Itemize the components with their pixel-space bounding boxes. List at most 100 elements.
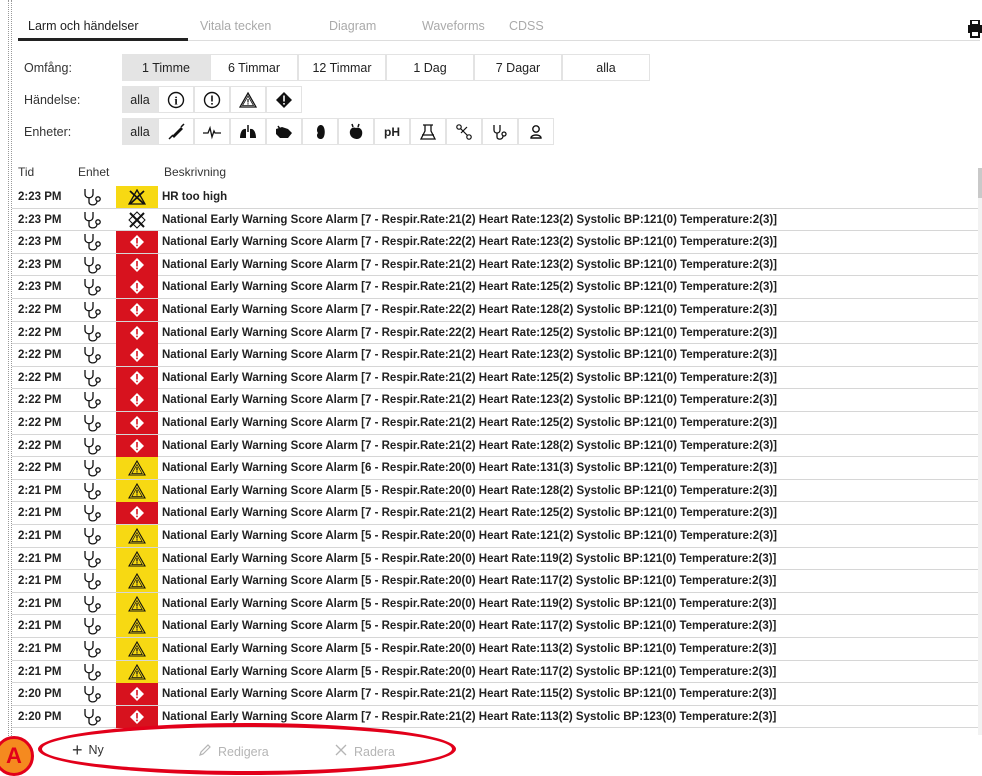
event-label: Händelse: xyxy=(24,93,81,107)
stethoscope-icon xyxy=(82,345,102,365)
row-description: National Early Warning Score Alarm [7 - … xyxy=(162,281,778,294)
scope-7d-button[interactable]: 7 Dagar xyxy=(474,54,562,81)
table-row[interactable]: 2:20 PM National Early Warning Score Alar… xyxy=(12,683,980,706)
units-all-button[interactable]: alla xyxy=(122,118,158,145)
lungs-icon[interactable] xyxy=(230,118,266,145)
diamond-alert-icon xyxy=(116,683,158,706)
table-row[interactable]: 2:23 PM HR too high xyxy=(12,186,980,209)
row-time: 2:20 PM xyxy=(18,688,62,701)
info-icon[interactable]: i xyxy=(158,86,194,113)
stethoscope-icon xyxy=(82,323,102,343)
warning-triangle-icon xyxy=(116,479,158,502)
bones-icon[interactable] xyxy=(446,118,482,145)
pump-icon[interactable] xyxy=(266,118,302,145)
warning-triangle-icon xyxy=(116,547,158,570)
table-row[interactable]: 2:22 PM National Early Warning Score Alar… xyxy=(12,457,980,480)
table-row[interactable]: 2:22 PM National Early Warning Score Alar… xyxy=(12,389,980,412)
table-row[interactable]: 2:21 PM National Early Warning Score Alar… xyxy=(12,525,980,548)
table-row[interactable]: 2:21 PM National Early Warning Score Alar… xyxy=(12,615,980,638)
row-description: National Early Warning Score Alarm [7 - … xyxy=(162,417,778,429)
row-description: National Early Warning Score Alarm [5 - … xyxy=(162,530,778,542)
stethoscope-icon xyxy=(82,277,102,297)
table-row[interactable]: 2:23 PM National Early Warning Score Alar… xyxy=(12,231,980,254)
exclamation-icon[interactable] xyxy=(194,86,230,113)
print-icon[interactable] xyxy=(968,19,982,38)
row-time: 2:23 PM xyxy=(18,213,62,226)
table-row[interactable]: 2:23 PM National Early Warning Score Alar… xyxy=(12,209,980,232)
row-description: National Early Warning Score Alarm [7 - … xyxy=(162,213,778,226)
scope-12h-button[interactable]: 12 Timmar xyxy=(298,54,386,81)
tab-alarms-events[interactable]: Larm och händelser xyxy=(28,19,138,33)
row-time: 2:23 PM xyxy=(18,236,62,249)
stethoscope-icon xyxy=(82,481,102,501)
row-time: 2:23 PM xyxy=(18,258,62,271)
table-row[interactable]: 2:22 PM National Early Warning Score Alar… xyxy=(12,344,980,367)
row-time: 2:21 PM xyxy=(18,620,62,633)
silenced-alarm-icon xyxy=(116,186,158,208)
row-time: 2:21 PM xyxy=(18,597,62,610)
column-header-time[interactable]: Tid xyxy=(18,165,34,179)
row-time: 2:21 PM xyxy=(18,575,62,588)
table-row[interactable]: 2:23 PM National Early Warning Score Alar… xyxy=(12,253,980,277)
scope-6h-button[interactable]: 6 Timmar xyxy=(210,54,298,81)
row-description: National Early Warning Score Alarm [5 - … xyxy=(162,484,778,497)
tab-vital-signs[interactable]: Vitala tecken xyxy=(200,19,271,33)
table-row[interactable]: 2:21 PM National Early Warning Score Alar… xyxy=(12,638,980,661)
stethoscope-icon xyxy=(82,616,102,636)
row-time: 2:22 PM xyxy=(18,417,62,429)
stethoscope-icon xyxy=(82,526,102,546)
table-row[interactable]: 2:21 PM National Early Warning Score Alar… xyxy=(12,479,980,503)
column-header-device[interactable]: Enhet xyxy=(78,165,109,179)
row-description: National Early Warning Score Alarm [5 - … xyxy=(162,643,777,655)
row-time: 2:22 PM xyxy=(18,304,62,316)
scope-1h-button[interactable]: 1 Timme xyxy=(122,54,210,81)
table-row[interactable]: 2:21 PM National Early Warning Score Alar… xyxy=(12,502,980,525)
table-row[interactable]: 2:22 PM National Early Warning Score Alar… xyxy=(12,299,980,322)
lab-flask-icon[interactable] xyxy=(410,118,446,145)
annotation-highlight-oval xyxy=(38,723,456,775)
tab-cdss[interactable]: CDSS xyxy=(509,19,544,33)
stethoscope-icon xyxy=(82,300,102,320)
row-time: 2:22 PM xyxy=(18,371,62,384)
silenced-alarm-icon xyxy=(116,209,158,231)
scope-1d-button[interactable]: 1 Dag xyxy=(386,54,474,81)
scope-all-button[interactable]: alla xyxy=(562,54,650,81)
diamond-alert-icon[interactable] xyxy=(266,86,302,113)
heart-icon[interactable] xyxy=(338,118,374,145)
diamond-alert-icon xyxy=(116,705,158,728)
warning-triangle-icon[interactable] xyxy=(230,86,266,113)
stethoscope-icon xyxy=(82,571,102,591)
kidney-icon[interactable] xyxy=(302,118,338,145)
scrollbar-thumb[interactable] xyxy=(978,168,982,198)
table-row[interactable]: 2:21 PM National Early Warning Score Alar… xyxy=(12,547,980,571)
row-time: 2:23 PM xyxy=(18,281,62,294)
annotation-badge: A xyxy=(0,736,34,776)
diamond-alert-icon xyxy=(116,253,158,276)
diamond-alert-icon xyxy=(116,434,158,457)
table-row[interactable]: 2:22 PM National Early Warning Score Alar… xyxy=(12,412,980,435)
column-header-description[interactable]: Beskrivning xyxy=(164,165,226,179)
tab-bar: Larm och händelser Vitala tecken Diagram… xyxy=(18,14,980,41)
row-time: 2:23 PM xyxy=(18,191,62,203)
table-row[interactable]: 2:23 PM National Early Warning Score Alar… xyxy=(12,276,980,299)
table-row[interactable]: 2:22 PM National Early Warning Score Alar… xyxy=(12,366,980,390)
ecg-wave-icon[interactable] xyxy=(194,118,230,145)
tab-diagram[interactable]: Diagram xyxy=(329,19,376,33)
row-description: National Early Warning Score Alarm [7 - … xyxy=(162,349,778,362)
stethoscope-icon xyxy=(82,639,102,659)
diamond-alert-icon xyxy=(116,366,158,389)
table-row[interactable]: 2:22 PM National Early Warning Score Alar… xyxy=(12,321,980,345)
syringe-icon[interactable] xyxy=(158,118,194,145)
table-row[interactable]: 2:21 PM National Early Warning Score Alar… xyxy=(12,660,980,684)
table-row[interactable]: 2:22 PM National Early Warning Score Alar… xyxy=(12,434,980,458)
person-icon[interactable] xyxy=(518,118,554,145)
event-all-button[interactable]: alla xyxy=(122,86,158,113)
tab-waveforms[interactable]: Waveforms xyxy=(422,19,485,33)
table-row[interactable]: 2:21 PM National Early Warning Score Alar… xyxy=(12,592,980,616)
ph-icon[interactable]: pH xyxy=(374,118,410,145)
table-row[interactable]: 2:21 PM National Early Warning Score Alar… xyxy=(12,570,980,593)
vertical-scrollbar[interactable] xyxy=(978,168,982,738)
row-description: National Early Warning Score Alarm [5 - … xyxy=(162,597,777,610)
stethoscope-icon[interactable] xyxy=(482,118,518,145)
row-description: National Early Warning Score Alarm [7 - … xyxy=(162,710,777,723)
